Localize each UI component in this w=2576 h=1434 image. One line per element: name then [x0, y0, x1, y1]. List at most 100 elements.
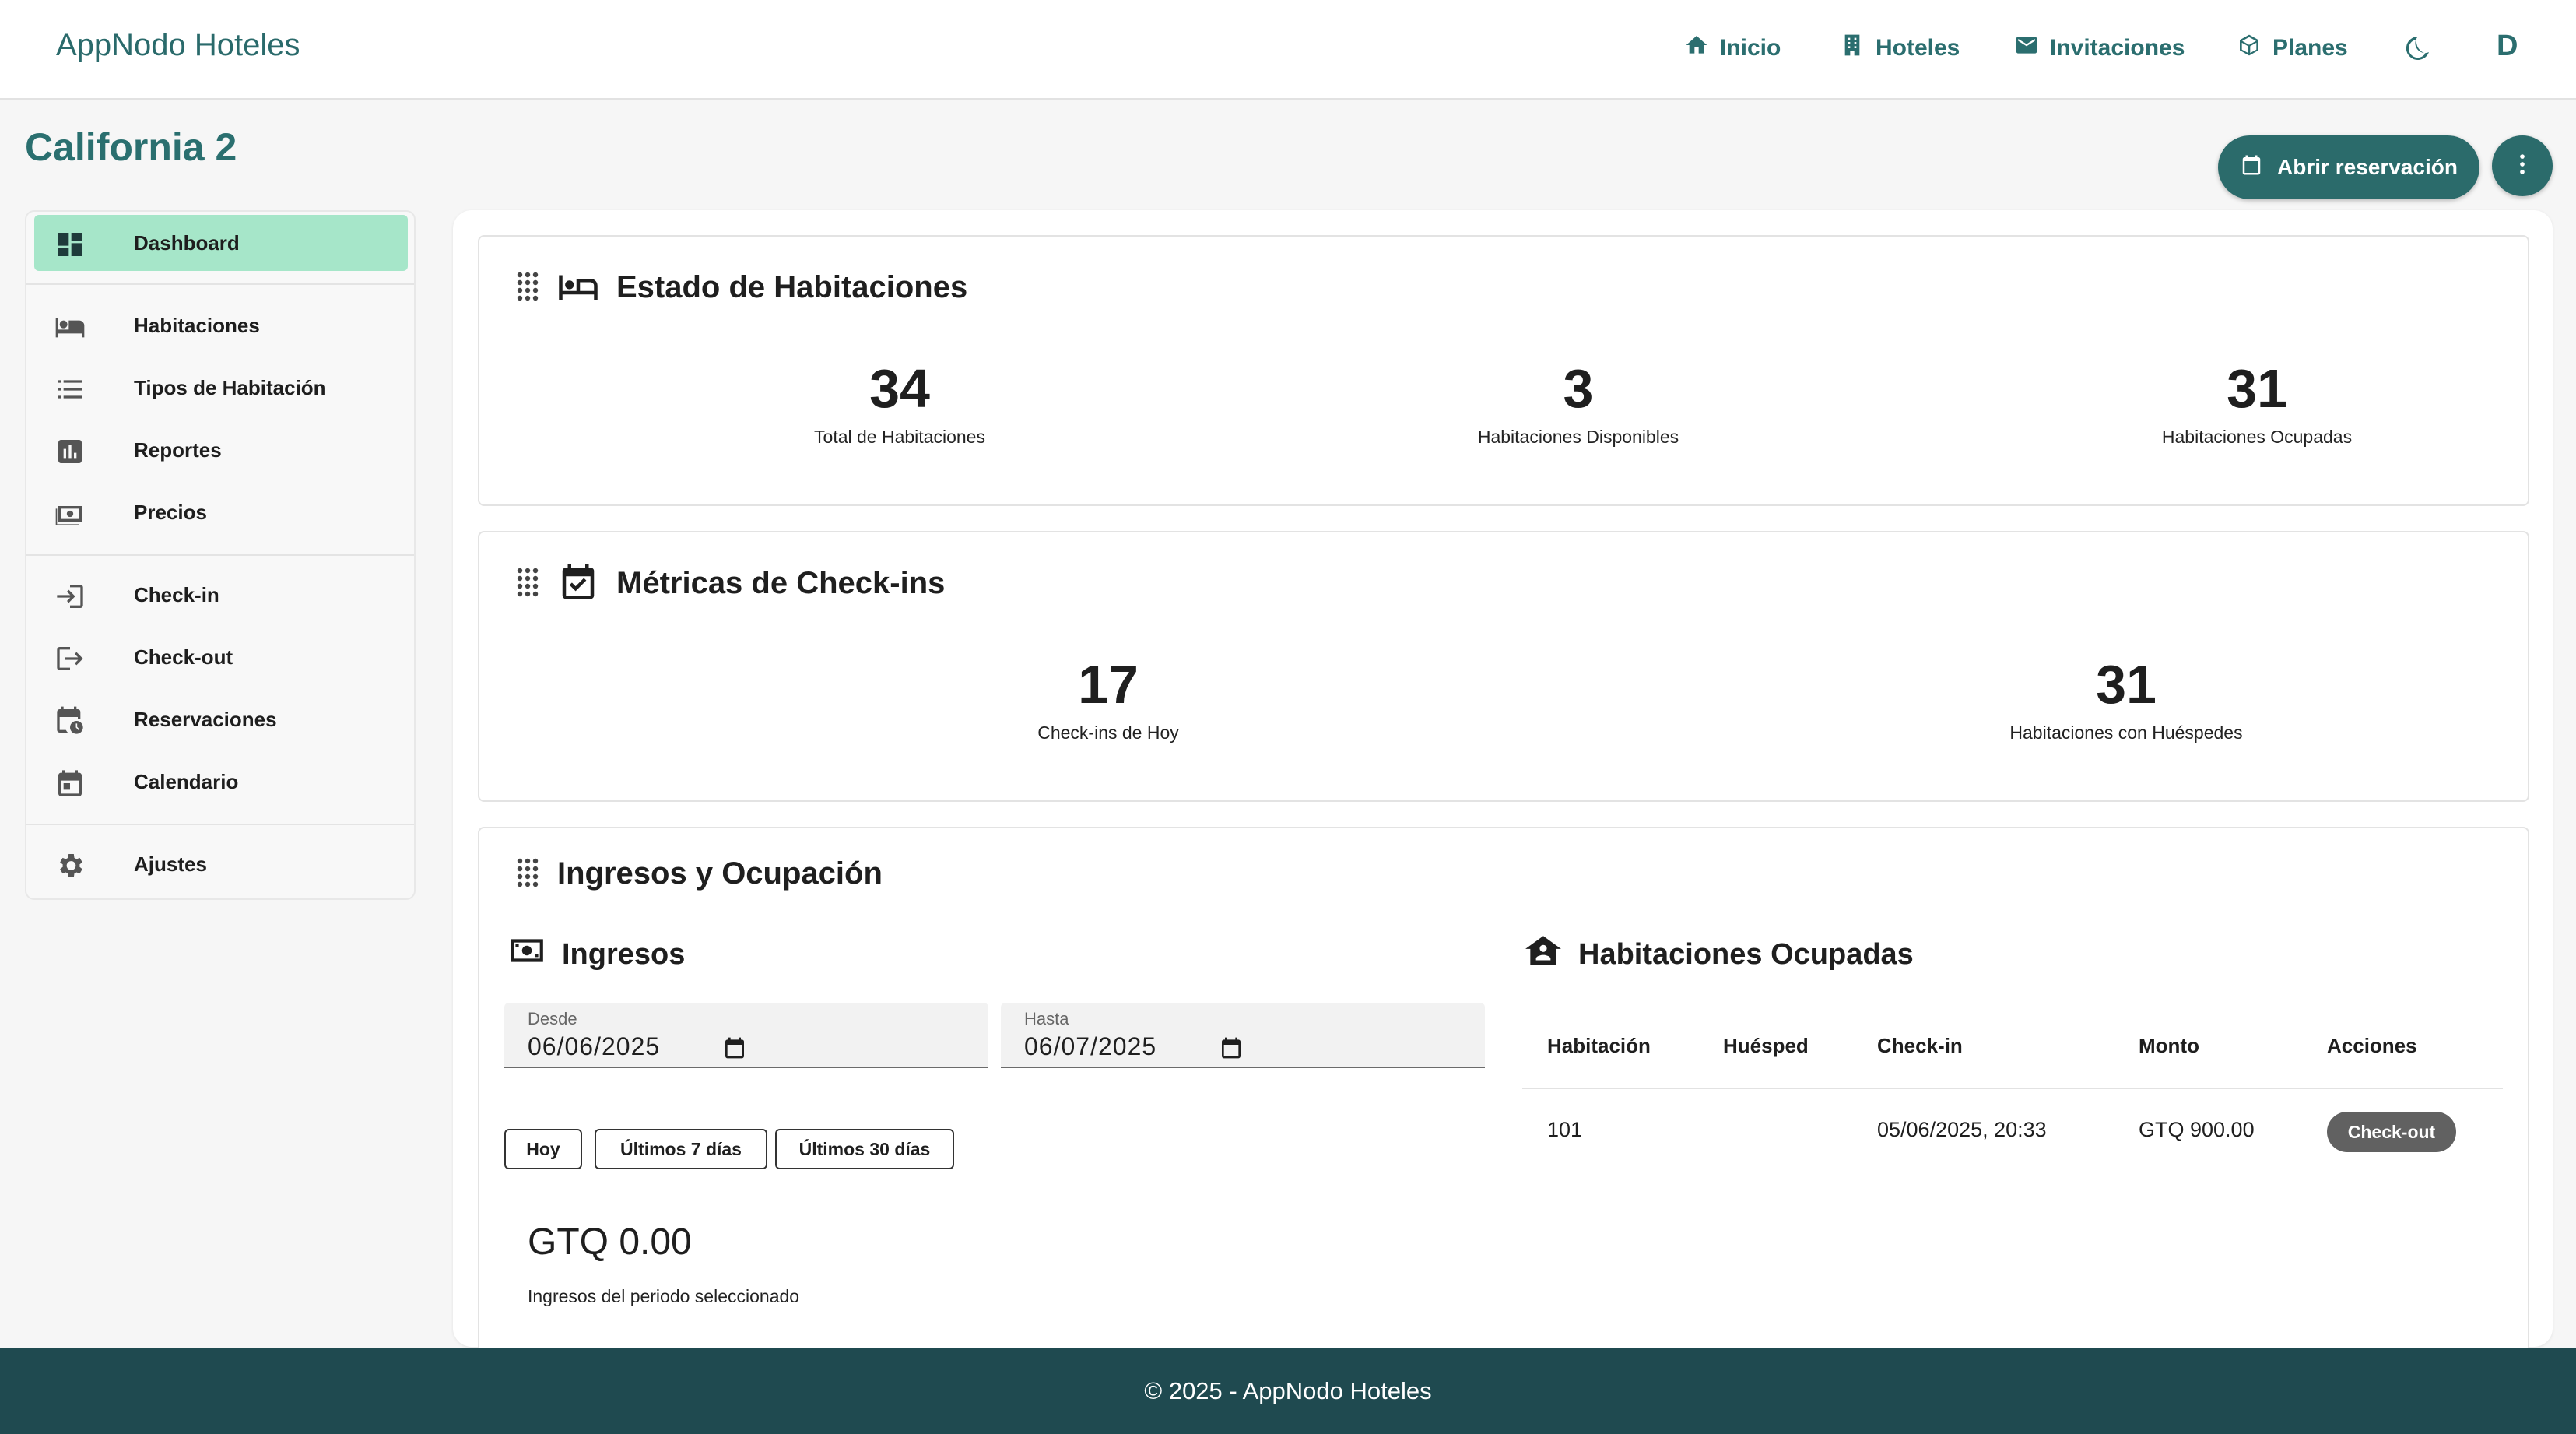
card-title: Estado de Habitaciones	[616, 270, 968, 304]
sidebar-item-reservaciones[interactable]: Reservaciones	[34, 691, 408, 747]
column-header-actions: Acciones	[2327, 1034, 2417, 1057]
date-from-value: 06/06/2025	[528, 1032, 661, 1060]
revenue-amount-caption: Ingresos del periodo seleccionado	[528, 1286, 800, 1306]
sidebar-nav: Dashboard Habitaciones Tipos de Habitaci…	[25, 210, 416, 900]
calendar-blank-icon	[2240, 153, 2263, 182]
nav-planes[interactable]: Planes	[2237, 33, 2348, 64]
money-icon	[54, 498, 86, 529]
sidebar-item-dashboard[interactable]: Dashboard	[34, 215, 408, 271]
range-7-days-button[interactable]: Últimos 7 días	[595, 1129, 767, 1169]
sidebar-item-label: Habitaciones	[134, 313, 260, 337]
range-today-button[interactable]: Hoy	[504, 1129, 582, 1169]
date-to-field[interactable]: Hasta 06/07/2025	[1001, 1003, 1485, 1068]
sidebar-item-ajustes[interactable]: Ajustes	[34, 836, 408, 892]
nav-planes-label: Planes	[2272, 35, 2348, 61]
column-header-guest[interactable]: Huésped	[1723, 1034, 1809, 1058]
column-header-checkin[interactable]: Check-in	[1877, 1034, 1963, 1058]
sidebar-item-reportes[interactable]: Reportes	[34, 422, 408, 478]
stat-value: 3	[1563, 358, 1594, 419]
more-options-button[interactable]	[2492, 135, 2553, 196]
stat-label: Total de Habitaciones	[814, 427, 985, 447]
dashboard-icon	[54, 229, 86, 260]
date-from-label: Desde	[528, 1009, 577, 1028]
sidebar-item-label: Check-in	[134, 582, 219, 606]
top-app-bar: AppNodo Hoteles Inicio Hoteles Invitacio…	[0, 0, 2576, 100]
occupied-rooms-heading: Habitaciones Ocupadas	[1524, 931, 1914, 978]
column-header-room[interactable]: Habitación	[1547, 1034, 1651, 1058]
card-title: Métricas de Check-ins	[616, 566, 946, 600]
sidebar-item-label: Dashboard	[134, 230, 240, 255]
more-vert-icon	[2509, 151, 2536, 181]
sidebar-item-check-in[interactable]: Check-in	[34, 567, 408, 623]
sidebar-divider	[26, 283, 414, 285]
sidebar-item-habitaciones[interactable]: Habitaciones	[34, 297, 408, 353]
sidebar-item-check-out[interactable]: Check-out	[34, 629, 408, 685]
nav-invitaciones[interactable]: Invitaciones	[2014, 33, 2185, 64]
footer-text: © 2025 - AppNodo Hoteles	[1144, 1377, 1432, 1404]
income-title: Ingresos	[562, 937, 686, 971]
page-title: California 2	[25, 125, 237, 169]
bed-icon	[557, 265, 599, 311]
stat-rooms-with-guests: 31 Habitaciones con Huéspedes	[1893, 657, 2360, 743]
stat-value: 17	[1078, 654, 1139, 715]
nav-hoteles-label: Hoteles	[1876, 35, 1960, 61]
date-to-value: 06/07/2025	[1024, 1032, 1157, 1060]
stat-checkins-today: 17 Check-ins de Hoy	[875, 657, 1342, 743]
stat-label: Habitaciones Disponibles	[1477, 427, 1679, 447]
gear-icon	[54, 850, 86, 881]
nav-inicio[interactable]: Inicio	[1684, 33, 1781, 64]
sidebar-item-label: Reservaciones	[134, 707, 277, 731]
sidebar-item-label: Calendario	[134, 769, 239, 793]
stat-value: 34	[869, 358, 930, 419]
sidebar-item-precios[interactable]: Precios	[34, 484, 408, 540]
cell-checkin: 05/06/2025, 20:33	[1877, 1118, 2047, 1141]
date-from-field[interactable]: Desde 06/06/2025	[504, 1003, 988, 1068]
cell-amount: GTQ 900.00	[2139, 1118, 2255, 1141]
checkin-metrics-card: Métricas de Check-ins 17 Check-ins de Ho…	[478, 531, 2529, 802]
event-available-icon	[557, 561, 599, 606]
sidebar-item-label: Ajustes	[134, 852, 207, 876]
occupied-rooms-title: Habitaciones Ocupadas	[1578, 937, 1914, 971]
nav-inicio-label: Inicio	[1720, 35, 1781, 61]
main-content: Estado de Habitaciones 34 Total de Habit…	[453, 210, 2553, 1372]
stat-total-rooms: 34 Total de Habitaciones	[721, 361, 1079, 448]
drag-handle-icon[interactable]	[515, 566, 540, 601]
app-brand[interactable]: AppNodo Hoteles	[56, 28, 300, 63]
table-header-divider	[1522, 1088, 2503, 1089]
open-reservation-button[interactable]: Abrir reservación	[2218, 135, 2479, 199]
payments-icon	[507, 931, 546, 978]
bed-icon	[54, 311, 86, 343]
bar-chart-icon	[54, 436, 86, 467]
range-30-days-button[interactable]: Últimos 30 días	[775, 1129, 954, 1169]
calendar-icon	[54, 768, 86, 799]
stat-available-rooms: 3 Habitaciones Disponibles	[1399, 361, 1757, 448]
date-to-label: Hasta	[1024, 1009, 1069, 1028]
mail-icon	[2014, 33, 2039, 64]
sidebar-item-tipos-habitacion[interactable]: Tipos de Habitación	[34, 360, 408, 416]
checkout-button[interactable]: Check-out	[2327, 1112, 2456, 1152]
home-icon	[1684, 33, 1709, 64]
calendar-clock-icon	[54, 705, 86, 736]
stat-label: Habitaciones con Huéspedes	[2009, 722, 2243, 743]
stat-value: 31	[2227, 358, 2287, 419]
sidebar-item-label: Check-out	[134, 645, 233, 669]
stat-label: Check-ins de Hoy	[1037, 722, 1179, 743]
nav-hoteles[interactable]: Hoteles	[1840, 33, 1960, 64]
theme-toggle-button[interactable]	[2402, 33, 2433, 70]
list-icon	[54, 374, 86, 405]
user-avatar[interactable]: D	[2497, 30, 2518, 63]
drag-handle-icon[interactable]	[515, 856, 540, 891]
sidebar-divider	[26, 554, 414, 556]
cell-room: 101	[1547, 1118, 1583, 1141]
stat-value: 31	[2096, 654, 2157, 715]
drag-handle-icon[interactable]	[515, 270, 540, 305]
sidebar-item-calendario[interactable]: Calendario	[34, 754, 408, 810]
sidebar-item-label: Precios	[134, 500, 207, 524]
income-heading: Ingresos	[507, 931, 685, 978]
footer: © 2025 - AppNodo Hoteles	[0, 1348, 2576, 1434]
package-icon	[2237, 33, 2262, 64]
revenue-amount: GTQ 0.00	[528, 1221, 692, 1263]
sidebar-divider	[26, 824, 414, 825]
stat-occupied-rooms: 31 Habitaciones Ocupadas	[2078, 361, 2436, 448]
column-header-amount[interactable]: Monto	[2139, 1034, 2199, 1058]
